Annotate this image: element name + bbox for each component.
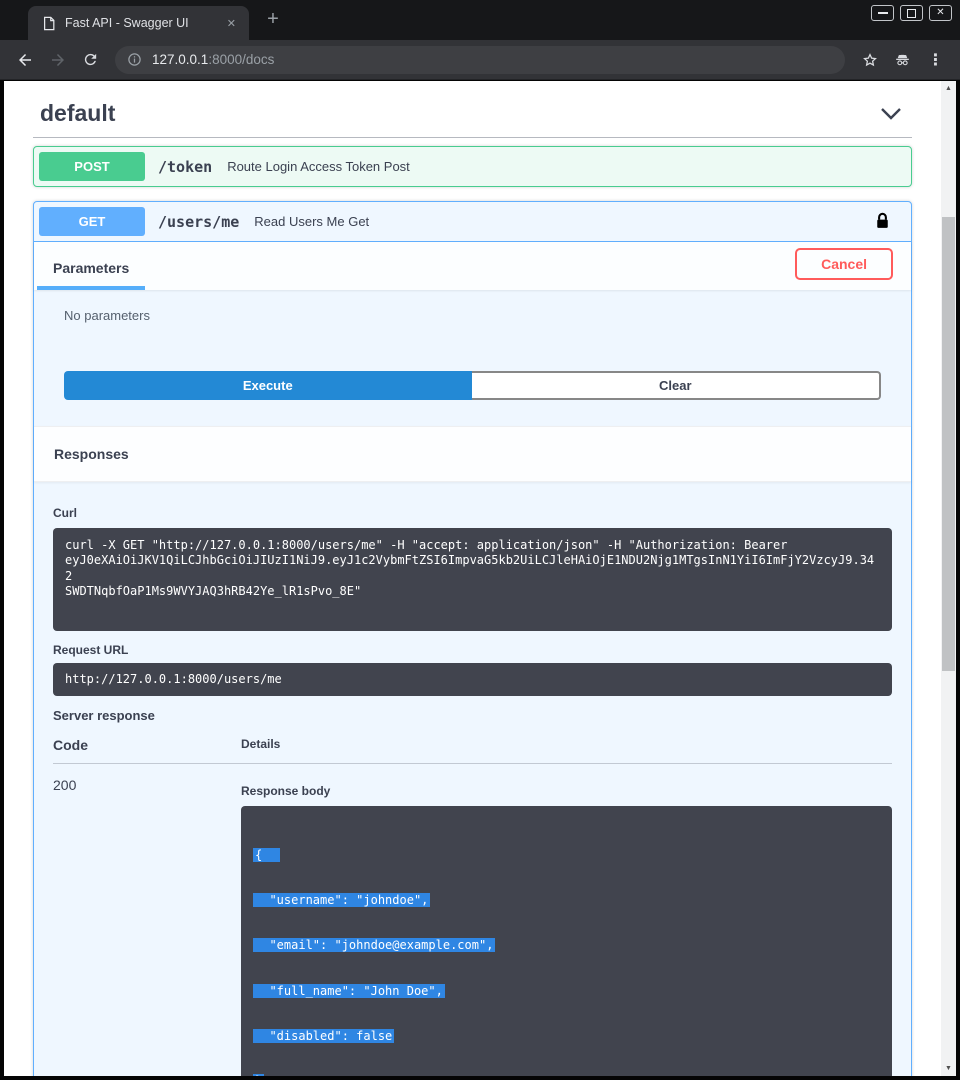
page-favicon-icon <box>42 16 56 31</box>
url-host: 127.0.0.1 <box>152 52 208 67</box>
response-body-label: Response body <box>241 784 892 798</box>
chevron-down-icon[interactable] <box>880 107 902 120</box>
minimize-icon <box>878 12 888 14</box>
json-line: } <box>253 1074 264 1076</box>
window-minimize-button[interactable] <box>871 5 894 21</box>
kebab-menu-icon: ⋮ <box>928 50 944 70</box>
request-url-label: Request URL <box>53 643 892 657</box>
window-controls: ✕ <box>871 5 952 21</box>
endpoint-path: /users/me <box>158 213 239 231</box>
server-response-table-header: Code Details <box>53 737 892 764</box>
responses-wrapper: Curl curl -X GET "http://127.0.0.1:8000/… <box>34 482 911 1076</box>
incognito-icon <box>893 50 912 69</box>
new-tab-button[interactable]: + <box>260 7 286 33</box>
back-arrow-icon <box>16 51 34 69</box>
opblock-get-users-me: GET /users/me Read Users Me Get Paramete <box>33 201 912 1076</box>
section-title: default <box>40 99 115 127</box>
json-line: "full_name": "John Doe", <box>253 984 445 998</box>
code-column-header: Code <box>53 737 241 753</box>
swagger-page: default POST /token Route Login Access T… <box>4 81 941 1076</box>
reload-icon <box>82 51 99 68</box>
tab-title: Fast API - Swagger UI <box>65 16 222 30</box>
close-icon: ✕ <box>936 8 944 18</box>
execute-row: Execute Clear <box>34 323 911 426</box>
address-bar[interactable]: 127.0.0.1:8000/docs <box>115 46 845 74</box>
auth-lock-button[interactable] <box>875 212 890 231</box>
browser-window: Fast API - Swagger UI ✕ + ✕ 127.0.0.1:80… <box>0 0 960 1080</box>
clear-button[interactable]: Clear <box>472 371 882 400</box>
opblock-summary[interactable]: GET /users/me Read Users Me Get <box>34 202 911 242</box>
titlebar: Fast API - Swagger UI ✕ + ✕ <box>0 0 960 40</box>
response-body[interactable]: { "username": "johndoe", "email": "johnd… <box>241 806 892 1076</box>
details-column-header: Details <box>241 737 280 753</box>
json-line: { <box>253 848 280 862</box>
lock-icon <box>875 212 890 231</box>
opblock-summary[interactable]: POST /token Route Login Access Token Pos… <box>34 147 911 186</box>
responses-section-title: Responses <box>34 426 911 482</box>
browser-tab[interactable]: Fast API - Swagger UI ✕ <box>28 6 249 40</box>
method-badge-post: POST <box>39 152 145 181</box>
back-button[interactable] <box>8 44 41 76</box>
no-parameters-text: No parameters <box>34 290 911 323</box>
method-badge-get: GET <box>39 207 145 236</box>
endpoint-summary: Read Users Me Get <box>254 214 369 229</box>
incognito-indicator <box>886 44 919 76</box>
scroll-down-arrow[interactable]: ▼ <box>941 1061 956 1076</box>
page-viewport: default POST /token Route Login Access T… <box>4 81 956 1076</box>
cancel-button[interactable]: Cancel <box>795 248 893 280</box>
parameters-header: Parameters Cancel <box>34 242 911 290</box>
opblock-post-token: POST /token Route Login Access Token Pos… <box>33 146 912 187</box>
page-info-icon[interactable] <box>127 52 142 67</box>
json-line: "email": "johndoe@example.com", <box>253 938 495 952</box>
forward-button[interactable] <box>41 44 74 76</box>
endpoint-summary: Route Login Access Token Post <box>227 159 410 174</box>
window-maximize-button[interactable] <box>900 5 923 21</box>
status-code: 200 <box>53 764 241 1076</box>
url-text: 127.0.0.1:8000/docs <box>152 52 274 67</box>
tab-parameters[interactable]: Parameters <box>37 242 145 290</box>
star-icon <box>861 51 879 69</box>
scrollbar-thumb[interactable] <box>942 217 955 671</box>
response-details: Response body { "username": "johndoe", "… <box>241 764 892 1076</box>
maximize-icon <box>907 9 916 18</box>
browser-menu-button[interactable]: ⋮ <box>919 44 952 76</box>
request-url-value: http://127.0.0.1:8000/users/me <box>53 663 892 696</box>
json-line: "disabled": false <box>253 1029 394 1043</box>
execute-button[interactable]: Execute <box>64 371 472 400</box>
json-line: "username": "johndoe", <box>253 893 430 907</box>
url-path: :8000/docs <box>208 52 274 67</box>
server-response-label: Server response <box>53 708 892 723</box>
reload-button[interactable] <box>74 44 107 76</box>
endpoint-path: /token <box>158 158 212 176</box>
bookmark-button[interactable] <box>853 44 886 76</box>
forward-arrow-icon <box>49 51 67 69</box>
server-response-row: 200 Response body { "username": "johndoe… <box>53 764 892 1076</box>
browser-toolbar: 127.0.0.1:8000/docs ⋮ <box>0 40 960 80</box>
api-section-header[interactable]: default <box>33 91 912 138</box>
tab-close-icon[interactable]: ✕ <box>222 15 241 32</box>
curl-command[interactable]: curl -X GET "http://127.0.0.1:8000/users… <box>53 528 892 631</box>
scroll-up-arrow[interactable]: ▲ <box>941 81 956 96</box>
window-close-button[interactable]: ✕ <box>929 5 952 21</box>
scrollbar[interactable]: ▲ ▼ <box>941 81 956 1076</box>
curl-label: Curl <box>53 506 892 520</box>
